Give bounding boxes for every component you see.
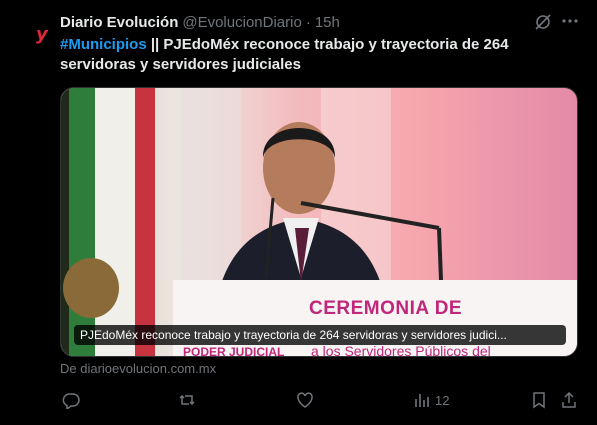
bookmark-button[interactable] [530, 390, 548, 410]
banner-line2: a los Servidores Públicos del [311, 343, 491, 357]
link-source[interactable]: De diarioevolucion.com.mx [60, 361, 216, 376]
banner-org: PODER JUDICIAL [183, 345, 285, 357]
author-name[interactable]: Diario Evolución [60, 14, 178, 31]
separator-dot: · [305, 13, 311, 31]
bookmark-icon [533, 392, 545, 409]
banner-line1: CEREMONIA DE [309, 298, 463, 319]
more-icon[interactable] [561, 12, 579, 30]
share-icon [562, 391, 576, 408]
hashtag-link[interactable]: #Municipios [60, 36, 147, 53]
retweet-button[interactable] [178, 390, 196, 410]
avatar[interactable]: y [36, 25, 52, 45]
reply-icon [62, 393, 80, 409]
reply-button[interactable] [62, 390, 80, 410]
views-icon [415, 394, 429, 407]
tweet-header: Diario Evolución @EvolucionDiario · 15h [60, 12, 340, 32]
media-caption: PJEdoMéx reconoce trabajo y trayectoria … [74, 325, 566, 345]
tweet[interactable]: y Diario Evolución @EvolucionDiario · 15… [0, 0, 597, 425]
tweet-text: #Municipios || PJEdoMéx reconoce trabajo… [60, 35, 580, 75]
tweet-timestamp[interactable]: 15h [315, 14, 340, 31]
views-button[interactable]: 12 [413, 390, 449, 410]
action-bar: 12 [60, 390, 580, 412]
grok-icon[interactable] [534, 13, 552, 31]
like-button[interactable] [296, 390, 314, 410]
author-handle[interactable]: @EvolucionDiario [182, 14, 301, 31]
media-card[interactable]: CEREMONIA DE a los Servidores Públicos d… [60, 87, 578, 357]
share-button[interactable] [560, 390, 578, 410]
like-icon [297, 392, 313, 408]
views-count: 12 [435, 392, 450, 408]
retweet-icon [179, 394, 195, 406]
